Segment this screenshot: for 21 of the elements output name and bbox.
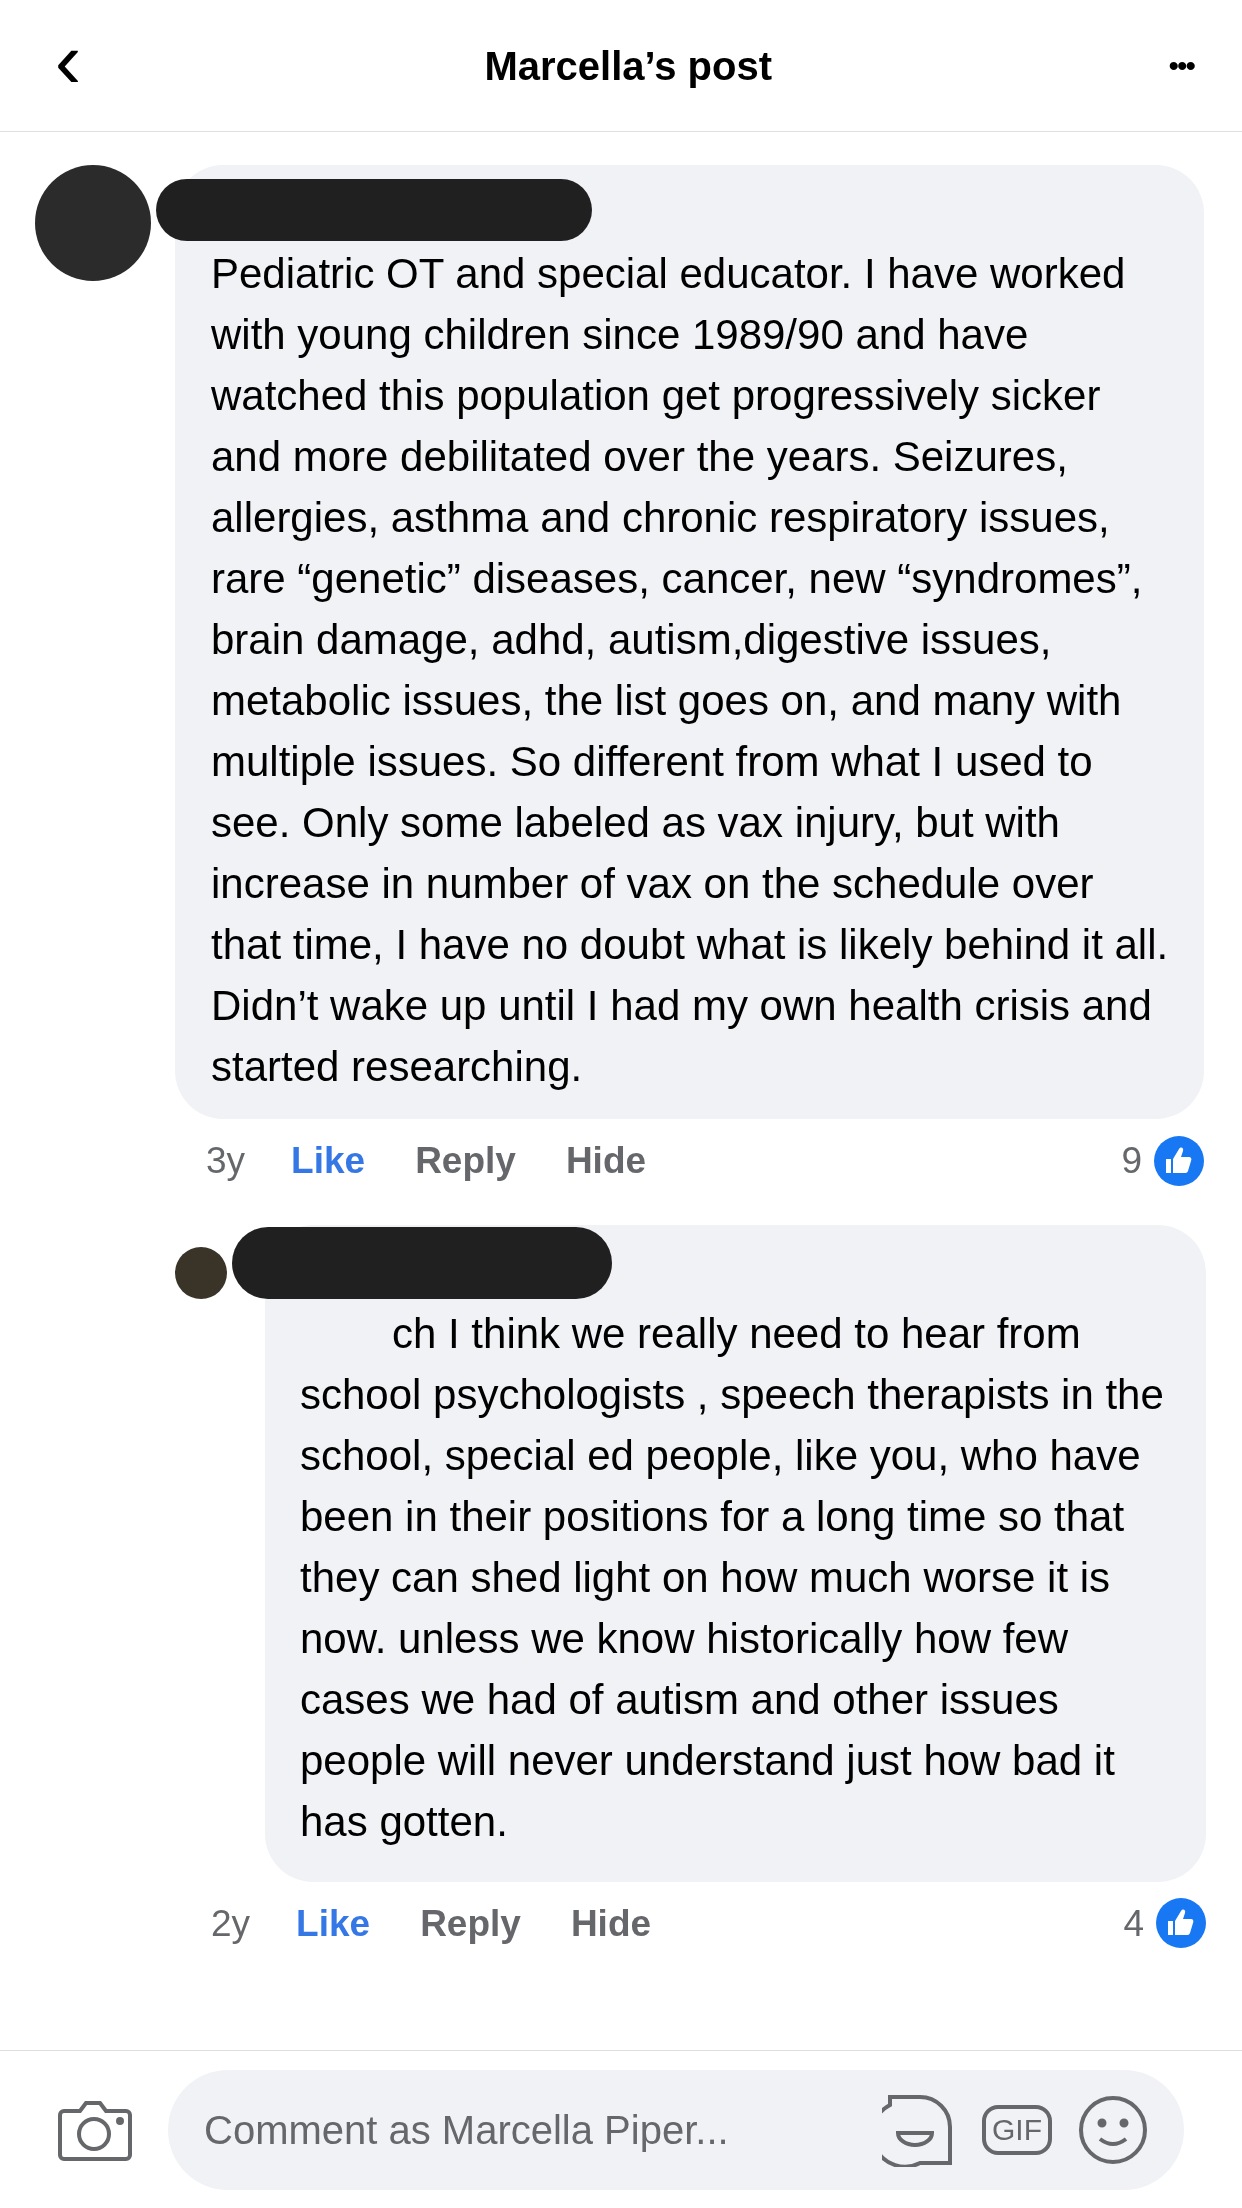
like-link[interactable]: Like <box>296 1895 371 1951</box>
comment-time: 3y <box>206 1139 246 1183</box>
hide-link[interactable]: Hide <box>565 1133 647 1189</box>
comment-time: 2y <box>211 1901 251 1946</box>
like-icon <box>1154 1135 1204 1186</box>
more-button[interactable]: ••• <box>1168 43 1194 88</box>
like-link[interactable]: Like <box>291 1133 366 1189</box>
avatar[interactable] <box>175 1246 227 1299</box>
comment-text: Pediatric OT and special educator. I have worked with young children since 1989/90 and have watched this population get progressively sicker and more debilitated over the years. Seizures, allergies, asthma and chronic respiratory issues, rare “genetic” diseases, cancer, new “syndromes”, brain damage, adhd, autism,digestive issues, metabolic issues, the list goes on, and many with multiple issues. So different from what I used to see. Only some labeled as vax injury, but with increase in number of vax on the schedule over that time, I have no doubt what is likely behind it all. Didn’t wake up until I had my own health crisis and started researching. <box>211 249 1170 1092</box>
hide-link[interactable]: Hide <box>570 1895 652 1951</box>
emoji-icon[interactable] <box>1078 2094 1148 2165</box>
reply-link[interactable]: Reply <box>420 1895 521 1951</box>
comment-text: ch I think we really need to hear from school psychologists , speech therapists in the school, special ed people, like you, who have been in their positions for a long time so that they can shed light on how much worse it is now. unless we know historically how few cases we had of autism and other issues people will never understand just how bad it has gotten. <box>300 1308 1165 1847</box>
page-title: Marcella’s post <box>484 42 772 90</box>
like-icon <box>1156 1898 1206 1949</box>
reaction-count: 9 <box>1121 1139 1142 1183</box>
reaction-count: 4 <box>1123 1901 1144 1946</box>
back-button[interactable]: ‹ <box>48 20 88 101</box>
comment-field[interactable]: Comment as Marcella Piper... GIF <box>168 2069 1184 2190</box>
gif-button[interactable]: GIF <box>982 2104 1052 2155</box>
reply-link[interactable]: Reply <box>415 1133 516 1189</box>
